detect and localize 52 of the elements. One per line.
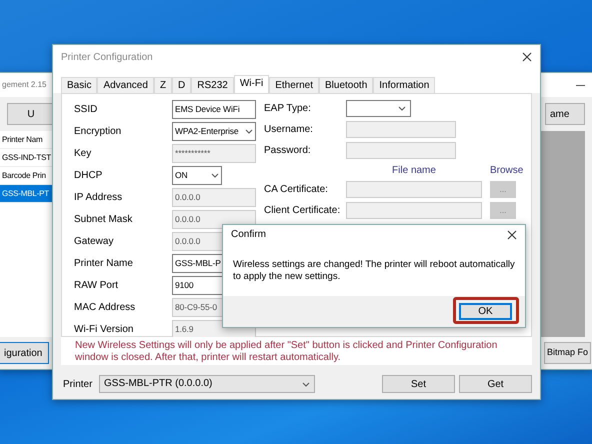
field-label: RAW Port (74, 278, 120, 292)
tab[interactable]: Basic (61, 77, 98, 93)
toolbar-button[interactable]: ame (545, 103, 585, 125)
input-field[interactable] (346, 181, 482, 198)
tab[interactable]: Information (373, 77, 436, 93)
dropdown[interactable] (346, 100, 411, 117)
field-label: MAC Address (74, 300, 136, 314)
field-label: Printer (62, 378, 94, 392)
tab[interactable]: Bluetooth (319, 77, 374, 93)
window-title: Printer Configuration (61, 50, 153, 64)
input-field[interactable] (346, 202, 482, 219)
list-row[interactable]: GSS-MBL-PT (0, 185, 53, 203)
ok-button[interactable]: OK (459, 303, 512, 320)
tab[interactable]: Ethernet (269, 77, 319, 93)
action-button[interactable]: Set (382, 375, 455, 393)
dropdown-value: GSS-MBL-PTR (0.0.0.0) (104, 377, 212, 391)
tab[interactable]: RS232 (191, 77, 234, 93)
warning-text: New Wireless Settings will only be applied after "Set" button is clicked and Printer Configuration window is closed. After that, printer will restart automatically. (61, 337, 532, 365)
field-label: Wi-Fi Version (74, 322, 134, 336)
close-icon[interactable] (522, 52, 532, 62)
field-label: SSID (74, 102, 98, 116)
toolbar-button[interactable]: Bitmap Fo (544, 342, 591, 364)
dropdown[interactable]: WPA2-Enterprise (172, 122, 256, 140)
field-label: DHCP (74, 168, 104, 182)
minimize-icon[interactable] (576, 84, 585, 86)
dropdown[interactable]: ON (172, 166, 222, 184)
field-label: EAP Type: (264, 102, 312, 116)
field-label: Subnet Mask (74, 212, 134, 226)
window-title: gement 2.15 (2, 79, 46, 91)
field-label: Encryption (74, 124, 122, 138)
field-label: IP Address (74, 190, 124, 204)
column-header: Browse (490, 164, 524, 178)
field-label: Password: (264, 144, 312, 158)
toolbar-button[interactable]: U (7, 103, 55, 125)
field-label: Client Certificate: (264, 204, 342, 218)
tab[interactable]: Wi-Fi (234, 75, 270, 93)
toolbar-button[interactable]: iguration (0, 342, 49, 364)
input-field[interactable]: EMS Device WiFi (172, 100, 256, 118)
field-label: Key (74, 146, 92, 160)
action-button[interactable]: Get (459, 375, 532, 393)
field-label: CA Certificate: (264, 183, 329, 197)
field-label: Username: (264, 123, 314, 137)
tab[interactable]: Z (154, 77, 172, 93)
dropdown-value: WPA2-Enterprise (175, 124, 239, 138)
tab[interactable]: D (172, 77, 192, 93)
field-label: Gateway (74, 234, 114, 248)
dropdown[interactable]: GSS-MBL-PTR (0.0.0.0) (99, 375, 315, 393)
tab[interactable]: Advanced (97, 77, 154, 93)
dropdown-value: ON (175, 168, 188, 182)
field-label: Printer Name (74, 256, 134, 270)
close-icon[interactable] (507, 230, 517, 240)
column-header: File name (391, 164, 437, 178)
